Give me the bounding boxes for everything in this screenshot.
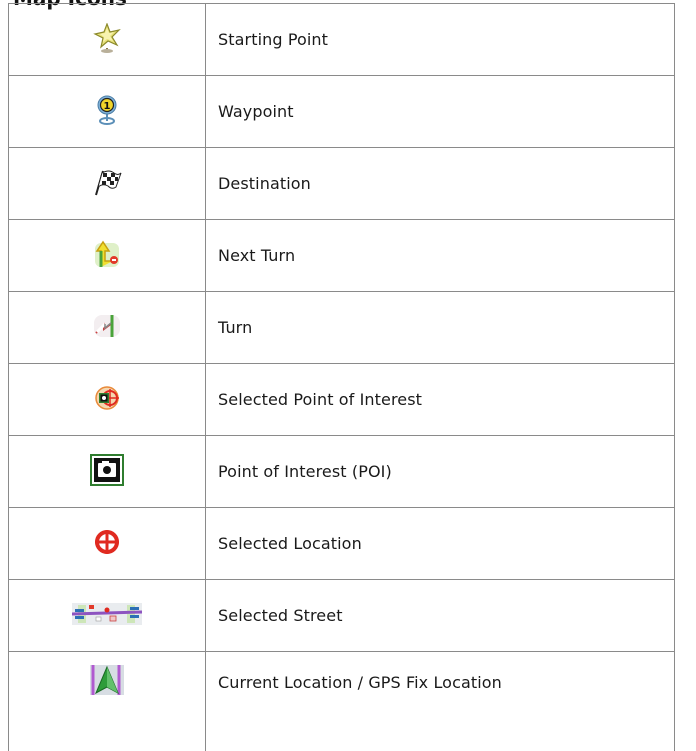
icon-label: Next Turn xyxy=(206,220,675,292)
icon-label: Waypoint xyxy=(206,76,675,148)
table-row: Selected Street xyxy=(9,580,675,652)
checkered-flag-icon xyxy=(92,167,122,197)
next-turn-icon xyxy=(93,239,121,269)
crosshair-target-icon xyxy=(94,529,120,555)
icon-cell xyxy=(9,4,206,76)
table-row: Destination xyxy=(9,148,675,220)
table-row: Next Turn xyxy=(9,220,675,292)
icon-label: Current Location / GPS Fix Location xyxy=(206,652,675,751)
map-icon-legend-table: Starting Point 1 Waypoint xyxy=(8,3,675,751)
icon-cell xyxy=(9,148,206,220)
icon-label: Turn xyxy=(206,292,675,364)
icon-cell: 1 xyxy=(9,76,206,148)
table-row: Turn xyxy=(9,292,675,364)
icon-cell xyxy=(9,580,206,652)
icon-cell xyxy=(9,292,206,364)
icon-label: Selected Street xyxy=(206,580,675,652)
icon-label: Starting Point xyxy=(206,4,675,76)
icon-cell xyxy=(9,652,206,751)
waypoint-pin-icon: 1 xyxy=(95,95,119,125)
table-row: 1 Waypoint xyxy=(9,76,675,148)
gps-location-arrow-icon xyxy=(90,665,124,695)
table-row: Starting Point xyxy=(9,4,675,76)
icon-label: Point of Interest (POI) xyxy=(206,436,675,508)
icon-label: Destination xyxy=(206,148,675,220)
icon-cell xyxy=(9,364,206,436)
icon-cell xyxy=(9,220,206,292)
table-row: Selected Point of Interest xyxy=(9,364,675,436)
selected-poi-icon xyxy=(94,385,120,411)
turn-arrow-icon xyxy=(92,311,122,341)
starting-point-star-icon xyxy=(93,23,121,53)
icon-label: Selected Point of Interest xyxy=(206,364,675,436)
table-row: Point of Interest (POI) xyxy=(9,436,675,508)
poi-camera-icon xyxy=(90,454,124,486)
icon-cell xyxy=(9,436,206,508)
table-row: Selected Location xyxy=(9,508,675,580)
icon-cell xyxy=(9,508,206,580)
svg-text:1: 1 xyxy=(104,101,111,112)
selected-street-icon xyxy=(72,601,142,627)
icon-label: Selected Location xyxy=(206,508,675,580)
table-row: Current Location / GPS Fix Location xyxy=(9,652,675,751)
